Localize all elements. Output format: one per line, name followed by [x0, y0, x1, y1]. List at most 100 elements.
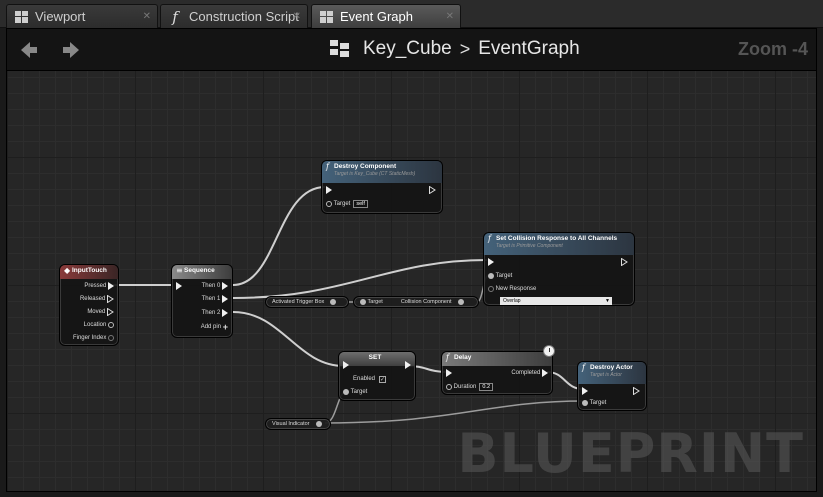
exec-wire [232, 259, 488, 299]
new-response-dropdown[interactable]: Overlap ▼ [500, 297, 612, 305]
function-icon: f [582, 363, 585, 372]
function-icon: f [326, 162, 329, 171]
delay-node[interactable]: f Delay Completed Duration 0.2 [441, 351, 553, 395]
close-icon[interactable]: ✕ [446, 11, 454, 22]
chevron-down-icon: ▼ [605, 298, 610, 304]
pin-exec-out[interactable] [621, 257, 628, 267]
data-pin-icon [108, 335, 114, 341]
exec-pin-icon [582, 387, 588, 395]
exec-pin-icon [343, 361, 349, 369]
pin-exec-out[interactable] [633, 386, 640, 396]
target-value: self [353, 200, 368, 208]
sequence-icon: ≡ [176, 266, 183, 275]
node-title: f Destroy Actor Target is Actor [578, 362, 646, 384]
pin-released[interactable]: Released [80, 294, 114, 304]
arrow-right-icon [63, 42, 79, 58]
event-graph-icon [329, 39, 351, 59]
pin-duration[interactable]: Duration 0.2 [446, 382, 494, 392]
pin-exec-in[interactable] [446, 368, 452, 378]
pin-then-0[interactable]: Then 0 [202, 281, 228, 291]
tab-event-graph[interactable]: Event Graph ✕ [311, 4, 461, 28]
activated-trigger-box-node[interactable]: Activated Trigger Box [265, 296, 349, 308]
pin-pressed[interactable]: Pressed [84, 281, 114, 291]
tab-label: Construction Script [189, 9, 299, 24]
pin-exec-in[interactable] [488, 257, 494, 267]
exec-pin-icon [429, 186, 436, 194]
destroy-component-node[interactable]: f Destroy Component Target is Key_Cube (CT… [321, 160, 443, 214]
exec-pin-icon [633, 387, 640, 395]
visual-indicator-node[interactable]: Visual Indicator [265, 418, 331, 430]
pin-new-response[interactable]: New Response [488, 284, 536, 294]
node-title: ≡ Sequence [172, 265, 232, 279]
data-pin-icon [330, 299, 337, 305]
arrow-left-icon [21, 42, 37, 58]
pin-target[interactable]: Target [343, 387, 367, 397]
plus-icon: + [222, 322, 228, 332]
pin-exec-in[interactable] [326, 185, 332, 195]
close-icon[interactable]: ✕ [293, 11, 301, 22]
exec-pin-icon [222, 309, 228, 317]
pin-then-2[interactable]: Then 2 [202, 308, 228, 318]
data-pin-icon [457, 299, 464, 305]
node-title: f Destroy Component Target is Key_Cube (CT… [322, 161, 442, 183]
tab-bar: Viewport ✕ f Construction Script ✕ Event… [0, 0, 823, 28]
pin-location[interactable]: Location [84, 320, 114, 330]
collision-component-node[interactable]: Target Collision Component [353, 296, 479, 308]
node-title: f Delay [442, 352, 552, 366]
exec-wire [232, 186, 326, 286]
exec-pin-icon [176, 282, 182, 290]
add-pin-button[interactable]: Add pin + [201, 322, 228, 332]
variable-label: Visual Indicator [272, 421, 310, 427]
pin-completed[interactable]: Completed [511, 368, 548, 378]
exec-pin-icon [107, 295, 114, 303]
tab-construction-script[interactable]: f Construction Script ✕ [160, 4, 308, 28]
exec-pin-icon [222, 295, 228, 303]
node-title: SET [339, 352, 415, 366]
forward-button[interactable] [59, 38, 83, 62]
destroy-actor-node[interactable]: f Destroy Actor Target is Actor Target [577, 361, 647, 411]
exec-pin-icon [222, 282, 228, 290]
function-icon: f [446, 353, 449, 362]
clock-icon [543, 345, 555, 357]
pin-exec-in[interactable] [343, 360, 349, 370]
pin-exec-in[interactable] [176, 281, 182, 291]
blueprint-watermark: BLUEPRINT [457, 422, 804, 485]
data-pin-icon [326, 201, 332, 207]
data-pin-icon [488, 286, 494, 292]
data-pin-icon [343, 389, 349, 395]
pin-exec-out[interactable] [429, 185, 436, 195]
pin-target[interactable]: Target [488, 271, 512, 281]
pin-target[interactable]: Target [582, 398, 606, 408]
pin-then-1[interactable]: Then 1 [202, 294, 228, 304]
function-icon: f [488, 234, 491, 243]
node-title: f Set Collision Response to All Channels T… [484, 233, 634, 255]
breadcrumb-blueprint[interactable]: Key_Cube [363, 38, 452, 60]
data-wire [324, 400, 586, 424]
enabled-checkbox[interactable]: ✓ [379, 375, 387, 383]
graph-canvas[interactable]: Key_Cube > EventGraph Zoom -4 BLUEPRINT … [6, 28, 817, 492]
breadcrumb-separator: > [459, 38, 471, 59]
exec-pin-icon [488, 258, 494, 266]
pin-exec-out[interactable] [405, 360, 411, 370]
pin-moved[interactable]: Moved [87, 307, 114, 317]
tab-viewport[interactable]: Viewport ✕ [6, 4, 158, 28]
zoom-level: Zoom -4 [738, 39, 808, 59]
set-collision-response-node[interactable]: f Set Collision Response to All Channels T… [483, 232, 635, 306]
exec-pin-icon [446, 369, 452, 377]
target-label: Target [367, 299, 383, 305]
pin-exec-in[interactable] [582, 386, 588, 396]
breadcrumb: Key_Cube > EventGraph [329, 38, 580, 60]
back-button[interactable] [17, 38, 41, 62]
set-node[interactable]: SET Enabled ✓ Target [338, 351, 416, 401]
pin-target[interactable]: Target self [326, 199, 368, 209]
input-touch-node[interactable]: ◆ InputTouch Pressed Released Moved Locat… [59, 264, 119, 346]
pin-finger-index[interactable]: Finger Index [73, 333, 114, 343]
sequence-node[interactable]: ≡ Sequence Then 0 Then 1 Then 2 Add pin + [171, 264, 233, 338]
data-pin-icon [582, 400, 588, 406]
pin-enabled[interactable]: Enabled ✓ [353, 374, 387, 384]
data-pin-icon [360, 299, 366, 305]
duration-value: 0.2 [479, 383, 494, 391]
close-icon[interactable]: ✕ [143, 11, 151, 22]
node-title: ◆ InputTouch [60, 265, 118, 279]
data-pin-icon [446, 384, 452, 390]
